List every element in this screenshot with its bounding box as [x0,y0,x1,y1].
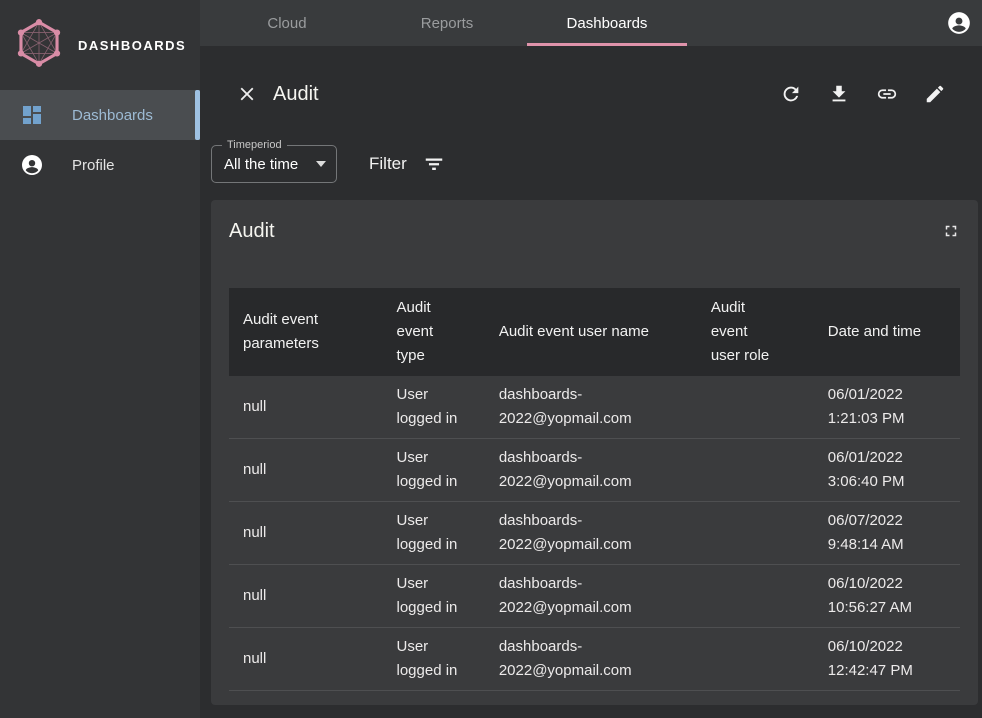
col-header-user-name: Audit event user name [485,288,697,376]
sidebar-item-label: Dashboards [72,107,153,124]
page-header: Audit [200,72,982,116]
cell-user-name: dashboards-2022@yopmail.com [485,502,697,565]
table-row[interactable]: null User logged in dashboards-2022@yopm… [229,439,960,502]
tab-label: Dashboards [567,15,648,32]
cell-user-name: dashboards-2022@yopmail.com [485,439,697,502]
timeperiod-value: All the time [224,156,310,173]
timeperiod-select[interactable]: Timeperiod All the time [211,145,337,183]
timeperiod-label: Timeperiod [222,138,287,152]
table-header-row: Audit event parameters Audit event type … [229,288,960,376]
brand-name: DASHBOARDS [78,38,186,53]
cell-datetime: 06/07/2022 9:48:14 AM [814,502,960,565]
topbar-tabs: Cloud Reports Dashboards [207,0,687,46]
table-row[interactable]: null User logged in dashboards-2022@yopm… [229,628,960,691]
sidebar-nav: Dashboards Profile [0,90,200,190]
audit-card: Audit Audit event parameters Audit event… [211,200,978,705]
cell-user-name: dashboards-2022@yopmail.com [485,565,697,628]
cell-datetime: 06/10/2022 12:42:47 PM [814,628,960,691]
table-row[interactable]: null User logged in dashboards-2022@yopm… [229,502,960,565]
cell-parameters: null [229,502,383,565]
page-title: Audit [273,83,319,106]
sidebar-item-dashboards[interactable]: Dashboards [0,90,200,140]
tab-cloud[interactable]: Cloud [207,0,367,46]
cell-user-role [697,565,814,628]
cell-type: User logged in [383,565,485,628]
cell-parameters: null [229,439,383,502]
link-icon[interactable] [875,82,899,106]
col-header-user-role: Audit event user role [697,288,814,376]
account-icon[interactable] [946,10,972,36]
dashboard-grid-icon [20,103,44,127]
audit-table: Audit event parameters Audit event type … [229,288,960,691]
cell-type: User logged in [383,439,485,502]
cell-user-role [697,628,814,691]
sidebar-scrollbar-thumb[interactable] [195,90,200,140]
close-icon[interactable] [235,82,259,106]
cell-parameters: null [229,376,383,439]
topbar: Cloud Reports Dashboards [200,0,982,46]
cell-parameters: null [229,628,383,691]
cell-user-name: dashboards-2022@yopmail.com [485,376,697,439]
cell-user-role [697,376,814,439]
edit-pencil-icon[interactable] [923,82,947,106]
col-header-datetime: Date and time [814,288,960,376]
download-icon[interactable] [827,82,851,106]
cell-datetime: 06/01/2022 3:06:40 PM [814,439,960,502]
cell-user-role [697,439,814,502]
cell-user-name: dashboards-2022@yopmail.com [485,628,697,691]
filter-button[interactable]: Filter [369,153,445,175]
chevron-down-icon [316,161,326,167]
table-row[interactable]: null User logged in dashboards-2022@yopm… [229,376,960,439]
col-header-type: Audit event type [383,288,485,376]
sidebar: DASHBOARDS Dashboards Profile [0,0,200,718]
person-circle-icon [20,153,44,177]
cell-type: User logged in [383,628,485,691]
cell-datetime: 06/10/2022 10:56:27 AM [814,565,960,628]
content: Audit Timeperiod All the time [200,46,982,718]
filter-list-icon [423,153,445,175]
fullscreen-icon[interactable] [942,222,960,240]
cell-type: User logged in [383,502,485,565]
tab-reports[interactable]: Reports [367,0,527,46]
cell-user-role [697,502,814,565]
app-window: DASHBOARDS Dashboards Profile [0,0,982,718]
cell-type: User logged in [383,376,485,439]
brand-logo-row: DASHBOARDS [0,0,200,90]
cell-datetime: 06/01/2022 1:21:03 PM [814,376,960,439]
hexagon-logo-icon [14,17,64,74]
sidebar-item-profile[interactable]: Profile [0,140,200,190]
tab-dashboards[interactable]: Dashboards [527,0,687,46]
card-title: Audit [229,218,275,243]
table-row[interactable]: null User logged in dashboards-2022@yopm… [229,565,960,628]
tab-label: Cloud [267,15,306,32]
tab-label: Reports [421,15,474,32]
card-header: Audit [229,218,960,266]
main-area: Cloud Reports Dashboards [200,0,982,718]
refresh-icon[interactable] [779,82,803,106]
filter-label: Filter [369,154,407,174]
col-header-parameters: Audit event parameters [229,288,383,376]
filter-row: Timeperiod All the time Filter [211,145,982,183]
sidebar-item-label: Profile [72,157,115,174]
cell-parameters: null [229,565,383,628]
